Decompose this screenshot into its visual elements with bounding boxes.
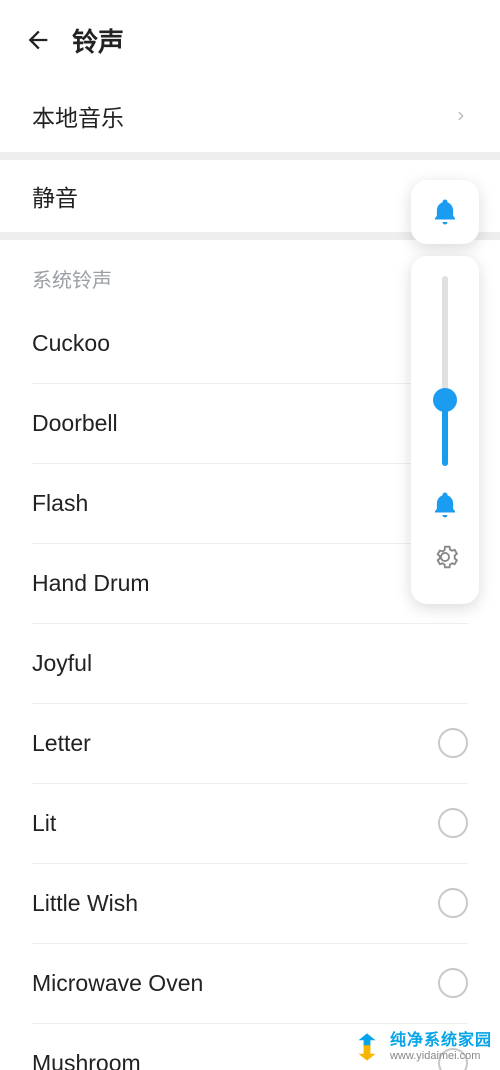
ringtone-item[interactable]: Little Wish: [0, 863, 500, 943]
ringtone-item[interactable]: Lit: [0, 783, 500, 863]
watermark-logo-icon: [350, 1030, 384, 1064]
ringtone-label: Joyful: [32, 650, 92, 677]
ringtone-label: Flash: [32, 490, 88, 517]
divider: [0, 152, 500, 160]
watermark: 纯净系统家园 www.yidaimei.com: [342, 1024, 500, 1070]
ringtone-label: Mushroom: [32, 1050, 141, 1070]
silent-label: 静音: [32, 179, 78, 213]
bell-icon: [430, 490, 460, 520]
ringtone-label: Cuckoo: [32, 330, 110, 357]
radio-unchecked[interactable]: [438, 728, 468, 758]
volume-panel: [410, 180, 480, 604]
back-button[interactable]: [24, 26, 52, 54]
ringtone-label: Doorbell: [32, 410, 118, 437]
radio-unchecked[interactable]: [438, 808, 468, 838]
header: 铃声: [0, 0, 500, 80]
local-music-row[interactable]: 本地音乐: [0, 80, 500, 152]
volume-slider[interactable]: [442, 276, 448, 466]
local-music-label: 本地音乐: [32, 99, 124, 133]
volume-ring-button[interactable]: [430, 490, 460, 525]
radio-unchecked[interactable]: [438, 888, 468, 918]
volume-mode-card[interactable]: [411, 180, 479, 244]
ringtone-label: Lit: [32, 810, 56, 837]
ringtone-item[interactable]: Microwave Oven: [0, 943, 500, 1023]
ringtone-item[interactable]: Joyful: [0, 623, 500, 703]
watermark-url: www.yidaimei.com: [390, 1050, 492, 1062]
watermark-title: 纯净系统家园: [390, 1032, 492, 1050]
ringtone-label: Hand Drum: [32, 570, 150, 597]
arrow-left-icon: [24, 26, 52, 54]
page-title: 铃声: [72, 22, 124, 59]
volume-slider-thumb[interactable]: [433, 388, 457, 412]
ringtone-label: Microwave Oven: [32, 970, 203, 997]
volume-settings-button[interactable]: [431, 543, 459, 576]
radio-unchecked[interactable]: [438, 968, 468, 998]
page-root: 铃声 本地音乐 静音 系统铃声 CuckooDoorbellFlashHand …: [0, 0, 500, 1070]
volume-slider-card: [411, 256, 479, 604]
ringtone-item[interactable]: Letter: [0, 703, 500, 783]
chevron-right-icon: [454, 109, 468, 123]
ringtone-label: Little Wish: [32, 890, 138, 917]
gear-icon: [431, 543, 459, 571]
bell-icon: [430, 197, 460, 227]
ringtone-label: Letter: [32, 730, 91, 757]
